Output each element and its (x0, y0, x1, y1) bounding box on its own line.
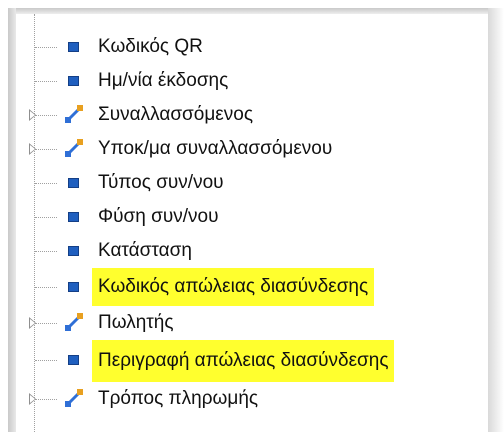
tree-item-label: Περιγραφή απώλειας διασύνδεσης (98, 350, 389, 371)
tree-item-label-wrap: Ημ/νία έκδοσης (92, 67, 234, 95)
tree-item-counterparty-type[interactable]: Τύπος συν/νου (16, 166, 488, 200)
highlighted-label-wrap: Κωδικός απώλειας διασύνδεσης (92, 268, 375, 306)
tree-branch-line (35, 287, 57, 288)
tree-item-connection-loss-description[interactable]: Περιγραφή απώλειας διασύνδεσης (16, 340, 488, 382)
highlighted-label-wrap: Περιγραφή απώλειας διασύνδεσης (92, 340, 395, 382)
tree-item-counterparty[interactable]: Συναλλασσόμενος (16, 98, 488, 132)
expand-arrow-icon[interactable] (29, 143, 36, 155)
tree-branch-line (35, 47, 57, 48)
tree-item-counterparty-nature[interactable]: Φύση συν/νου (16, 200, 488, 234)
tree-branch-line (35, 81, 57, 82)
relation-icon (65, 313, 83, 331)
field-icon (68, 212, 79, 222)
tree-branch-line (35, 399, 57, 400)
tree-item-issue-date[interactable]: Ημ/νία έκδοσης (16, 64, 488, 98)
field-icon (68, 42, 79, 52)
tree-item-label-wrap: Πωλητής (92, 309, 180, 337)
tree-item-connection-loss-code[interactable]: Κωδικός απώλειας διασύνδεσης (16, 268, 488, 306)
tree-item-label: Τύπος συν/νου (98, 172, 224, 193)
tree-item-label: Τρόπος πληρωμής (98, 388, 259, 409)
tree-item-qr-code[interactable]: Κωδικός QR (16, 30, 488, 64)
tree-item-label: Φύση συν/νου (98, 206, 219, 227)
expand-arrow-icon[interactable] (29, 393, 36, 405)
tree-item-label-wrap: Φύση συν/νου (92, 203, 224, 231)
tree-item-label: Κατάσταση (98, 240, 192, 261)
field-icon (68, 355, 79, 365)
expand-arrow-icon[interactable] (29, 109, 36, 121)
tree-item-label: Ημ/νία έκδοσης (98, 70, 229, 91)
field-icon (68, 246, 79, 256)
relation-icon (65, 105, 83, 123)
relation-icon (65, 389, 83, 407)
tree-item-counterparty-branch[interactable]: Υποκ/μα συναλλασσόμενου (16, 132, 488, 166)
tree-item-label: Πωλητής (98, 312, 174, 333)
tree-branch-line (35, 360, 57, 361)
tree-item-label-wrap: Τρόπος πληρωμής (92, 385, 264, 413)
expand-arrow-icon[interactable] (29, 317, 36, 329)
tree-item-label-wrap: Κωδικός QR (92, 33, 209, 61)
screenshot-frame: Κωδικός QR Ημ/νία έκδοσης Συναλλασσόμενο… (0, 0, 504, 432)
window-left-border (8, 8, 16, 432)
tree-branch-line (35, 323, 57, 324)
tree-item-label-wrap: Τύπος συν/νου (92, 169, 230, 197)
relation-icon (65, 139, 83, 157)
tree-branch-line (35, 149, 57, 150)
tree-branch-line (35, 115, 57, 116)
tree-item-label-wrap: Κατάσταση (92, 237, 198, 265)
tree-item-label: Συναλλασσόμενος (98, 104, 253, 125)
field-icon (68, 76, 79, 86)
tree-item-label-wrap: Συναλλασσόμενος (92, 101, 259, 129)
tree-item-label: Κωδικός QR (98, 36, 203, 57)
tree-branch-line (35, 217, 57, 218)
tree-item-label: Υποκ/μα συναλλασσόμενου (98, 138, 333, 159)
field-icon (68, 178, 79, 188)
tree-item-status[interactable]: Κατάσταση (16, 234, 488, 268)
field-tree: Κωδικός QR Ημ/νία έκδοσης Συναλλασσόμενο… (16, 14, 488, 432)
field-icon (68, 282, 79, 292)
tree-branch-line (35, 183, 57, 184)
window-shadow (488, 8, 504, 432)
tree-item-seller[interactable]: Πωλητής (16, 306, 488, 340)
tree-item-payment-method[interactable]: Τρόπος πληρωμής (16, 382, 488, 416)
tree-branch-line (35, 251, 57, 252)
tree-item-label-wrap: Υποκ/μα συναλλασσόμενου (92, 135, 338, 163)
tree-item-label: Κωδικός απώλειας διασύνδεσης (98, 276, 369, 297)
